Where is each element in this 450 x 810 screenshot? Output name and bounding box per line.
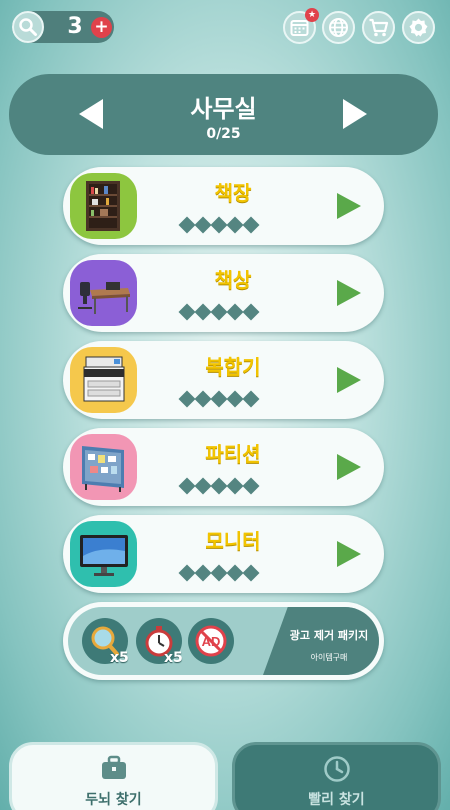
diamond-icon [210, 564, 228, 582]
diamond-icon [194, 564, 212, 582]
tab-find-fast-label: 빨리 찾기 [308, 792, 365, 808]
item-progress-diamonds [178, 564, 260, 582]
monitor-icon [80, 535, 128, 576]
desk-icon [78, 282, 130, 314]
diamond-icon [242, 477, 260, 495]
magnifier-hint-button[interactable] [12, 11, 44, 43]
gear-icon [409, 18, 428, 37]
diamond-icon [226, 564, 244, 582]
diamond-icon [178, 477, 196, 495]
diamond-icon [226, 477, 244, 495]
play-icon[interactable] [334, 192, 362, 220]
item-name: 책상 [214, 268, 252, 292]
item-progress-diamonds [178, 216, 260, 234]
hint-quantity: x5 [110, 650, 129, 666]
ad-removal-package-card[interactable]: x5 x5 AD 광고 제거 패키지 아이템구매 [63, 602, 384, 680]
shop-button[interactable] [362, 11, 395, 44]
item-name: 책장 [214, 181, 252, 205]
item-name: 복합기 [205, 355, 261, 379]
timer-quantity: x5 [164, 650, 183, 666]
ad-package-banner: x5 x5 AD 광고 제거 패키지 아이템구매 [68, 607, 379, 675]
no-ads-badge: AD [195, 625, 227, 657]
hint-count: 3 [67, 14, 83, 39]
printer-icon [83, 356, 125, 402]
diamond-icon [194, 390, 212, 408]
diamond-icon [210, 390, 228, 408]
diamond-icon [178, 216, 196, 234]
tab-find-fast[interactable]: 빨리 찾기 [232, 742, 441, 810]
diamond-icon [210, 477, 228, 495]
play-icon[interactable] [334, 453, 362, 481]
item-progress-diamonds [178, 477, 260, 495]
magnifier-icon [19, 18, 37, 36]
monitor-thumbnail [70, 521, 137, 587]
bookshelf-thumbnail [70, 173, 137, 239]
diamond-icon [242, 564, 260, 582]
tab-find-brain-label: 두뇌 찾기 [85, 792, 142, 808]
category-progress: 0/25 [206, 126, 241, 142]
briefcase-icon [12, 755, 215, 781]
diamond-icon [194, 216, 212, 234]
item-progress-diamonds [178, 303, 260, 321]
item-name: 모니터 [205, 529, 261, 553]
language-button[interactable] [322, 11, 355, 44]
item-name: 파티션 [205, 442, 261, 466]
ad-package-title: 광고 제거 패키지 [289, 629, 369, 642]
item-card-desk[interactable]: 책상 [63, 254, 384, 332]
diamond-icon [226, 390, 244, 408]
partition-icon [82, 446, 124, 492]
diamond-icon [178, 390, 196, 408]
clock-icon [235, 755, 438, 783]
tab-find-brain[interactable]: 두뇌 찾기 [9, 742, 218, 810]
cart-icon [369, 18, 389, 37]
diamond-icon [194, 303, 212, 321]
item-card-printer[interactable]: 복합기 [63, 341, 384, 419]
play-icon[interactable] [334, 279, 362, 307]
arrow-right-icon [343, 99, 367, 129]
diamond-icon [210, 303, 228, 321]
diamond-icon [194, 477, 212, 495]
play-icon[interactable] [334, 366, 362, 394]
category-title: 사무실 [190, 95, 257, 123]
diamond-icon [210, 216, 228, 234]
settings-button[interactable] [402, 11, 435, 44]
play-icon[interactable] [334, 540, 362, 568]
desk-thumbnail [70, 260, 137, 326]
ad-package-subtitle: 아이템구매 [310, 653, 348, 662]
bookshelf-icon [86, 181, 120, 231]
calendar-icon [290, 20, 309, 36]
category-header: 사무실 0/25 [9, 74, 438, 155]
diamond-icon [178, 303, 196, 321]
item-card-monitor[interactable]: 모니터 [63, 515, 384, 593]
diamond-icon [178, 564, 196, 582]
calendar-notification-badge: ★ [305, 8, 319, 22]
next-category-button[interactable] [337, 96, 373, 132]
no-ads-icon: AD [188, 618, 234, 664]
diamond-icon [242, 390, 260, 408]
printer-thumbnail [70, 347, 137, 413]
add-hint-button[interactable]: + [91, 17, 112, 38]
item-card-bookshelf[interactable]: 책장 [63, 167, 384, 245]
partition-thumbnail [70, 434, 137, 500]
diamond-icon [242, 216, 260, 234]
item-card-partition[interactable]: 파티션 [63, 428, 384, 506]
item-progress-diamonds [178, 390, 260, 408]
diamond-icon [242, 303, 260, 321]
diamond-icon [226, 303, 244, 321]
globe-icon [329, 18, 348, 37]
diamond-icon [226, 216, 244, 234]
